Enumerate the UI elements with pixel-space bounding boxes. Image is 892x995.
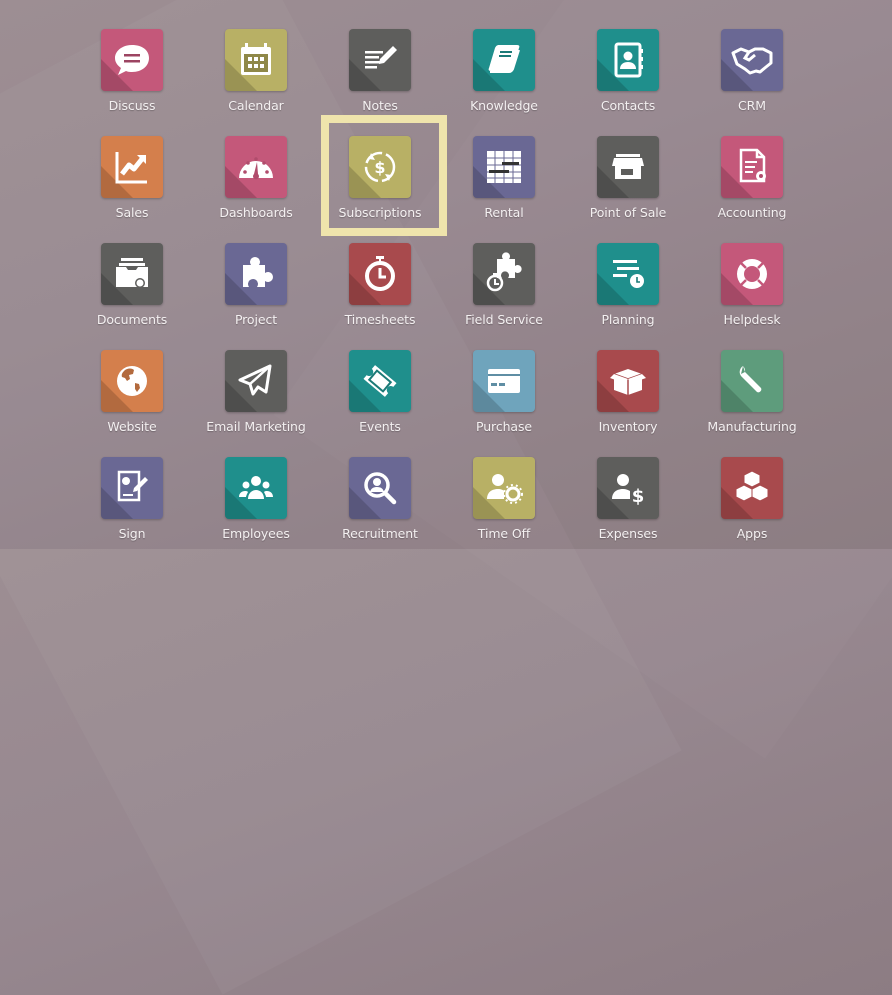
app-label[interactable]: Documents (97, 312, 167, 327)
app-tile[interactable] (473, 243, 535, 305)
app-knowledge[interactable]: Knowledge (442, 29, 566, 129)
app-tile[interactable] (225, 136, 287, 198)
app-label[interactable]: Manufacturing (707, 419, 796, 434)
app-tile[interactable]: $ (597, 457, 659, 519)
svg-text:$: $ (374, 158, 385, 177)
app-helpdesk[interactable]: Helpdesk (690, 243, 814, 343)
app-notes[interactable]: Notes (318, 29, 442, 129)
app-point-of-sale[interactable]: Point of Sale (566, 136, 690, 236)
app-label[interactable]: Recruitment (342, 526, 418, 541)
app-label[interactable]: Point of Sale (590, 205, 667, 220)
app-tile[interactable] (225, 457, 287, 519)
app-label[interactable]: Time Off (478, 526, 531, 541)
app-label[interactable]: Rental (484, 205, 523, 220)
app-label[interactable]: Calendar (228, 98, 284, 113)
app-sign[interactable]: Sign (70, 457, 194, 557)
app-label[interactable]: Email Marketing (206, 419, 306, 434)
app-tile[interactable] (349, 29, 411, 91)
app-tile[interactable] (349, 457, 411, 519)
app-rental[interactable]: Rental (442, 136, 566, 236)
app-documents[interactable]: Documents (70, 243, 194, 343)
app-tile[interactable] (597, 350, 659, 412)
app-tile[interactable] (101, 350, 163, 412)
app-time-off[interactable]: Time Off (442, 457, 566, 557)
app-contacts[interactable]: Contacts (566, 29, 690, 129)
app-tile[interactable] (225, 243, 287, 305)
app-events[interactable]: Events (318, 350, 442, 450)
app-tile[interactable] (721, 350, 783, 412)
app-tile[interactable] (473, 136, 535, 198)
app-project[interactable]: Project (194, 243, 318, 343)
app-tile[interactable] (349, 350, 411, 412)
app-tile[interactable] (101, 243, 163, 305)
app-label[interactable]: Accounting (718, 205, 787, 220)
app-discuss[interactable]: Discuss (70, 29, 194, 129)
app-website[interactable]: Website (70, 350, 194, 450)
app-tile[interactable] (721, 136, 783, 198)
app-purchase[interactable]: Purchase (442, 350, 566, 450)
app-calendar[interactable]: Calendar (194, 29, 318, 129)
app-label[interactable]: Inventory (599, 419, 658, 434)
app-label[interactable]: Sign (119, 526, 146, 541)
app-label[interactable]: Knowledge (470, 98, 538, 113)
app-label[interactable]: Expenses (599, 526, 658, 541)
app-tile[interactable] (597, 136, 659, 198)
app-label[interactable]: Notes (362, 98, 398, 113)
app-accounting[interactable]: Accounting (690, 136, 814, 236)
app-tile[interactable] (597, 29, 659, 91)
app-field-service[interactable]: Field Service (442, 243, 566, 343)
app-label[interactable]: Sales (116, 205, 149, 220)
app-label[interactable]: Subscriptions (339, 205, 422, 220)
app-inventory[interactable]: Inventory (566, 350, 690, 450)
svg-text:$: $ (632, 486, 645, 507)
app-label[interactable]: Field Service (465, 312, 543, 327)
app-tile[interactable] (473, 457, 535, 519)
app-tile[interactable] (721, 243, 783, 305)
app-label[interactable]: Timesheets (345, 312, 416, 327)
app-label[interactable]: Apps (737, 526, 768, 541)
app-tile[interactable] (101, 136, 163, 198)
app-email-marketing[interactable]: Email Marketing (194, 350, 318, 450)
app-label[interactable]: Project (235, 312, 277, 327)
app-label[interactable]: Helpdesk (723, 312, 780, 327)
app-tile[interactable] (721, 29, 783, 91)
app-label[interactable]: Events (359, 419, 401, 434)
app-tile[interactable] (473, 350, 535, 412)
app-tile[interactable] (473, 29, 535, 91)
app-label[interactable]: Employees (222, 526, 290, 541)
app-recruitment[interactable]: Recruitment (318, 457, 442, 557)
app-tile[interactable] (101, 29, 163, 91)
app-tile[interactable] (349, 243, 411, 305)
app-expenses[interactable]: $ Expenses (566, 457, 690, 557)
app-label[interactable]: CRM (738, 98, 766, 113)
app-timesheets[interactable]: Timesheets (318, 243, 442, 343)
app-tile[interactable] (225, 29, 287, 91)
app-crm[interactable]: CRM (690, 29, 814, 129)
app-manufacturing[interactable]: Manufacturing (690, 350, 814, 450)
app-label[interactable]: Purchase (476, 419, 532, 434)
app-grid: Discuss Calendar Notes Knowledge Contacts CRM… (0, 0, 892, 549)
app-tile[interactable] (597, 243, 659, 305)
app-tile[interactable] (225, 350, 287, 412)
app-label[interactable]: Contacts (601, 98, 655, 113)
app-tile[interactable] (101, 457, 163, 519)
app-apps[interactable]: Apps (690, 457, 814, 557)
app-label[interactable]: Website (107, 419, 156, 434)
app-employees[interactable]: Employees (194, 457, 318, 557)
app-tile[interactable] (721, 457, 783, 519)
app-label[interactable]: Dashboards (219, 205, 292, 220)
app-subscriptions[interactable]: $ Subscriptions (318, 136, 442, 236)
app-sales[interactable]: Sales (70, 136, 194, 236)
app-planning[interactable]: Planning (566, 243, 690, 343)
app-label[interactable]: Discuss (109, 98, 156, 113)
app-dashboards[interactable]: Dashboards (194, 136, 318, 236)
app-tile[interactable]: $ (349, 136, 411, 198)
app-label[interactable]: Planning (601, 312, 654, 327)
